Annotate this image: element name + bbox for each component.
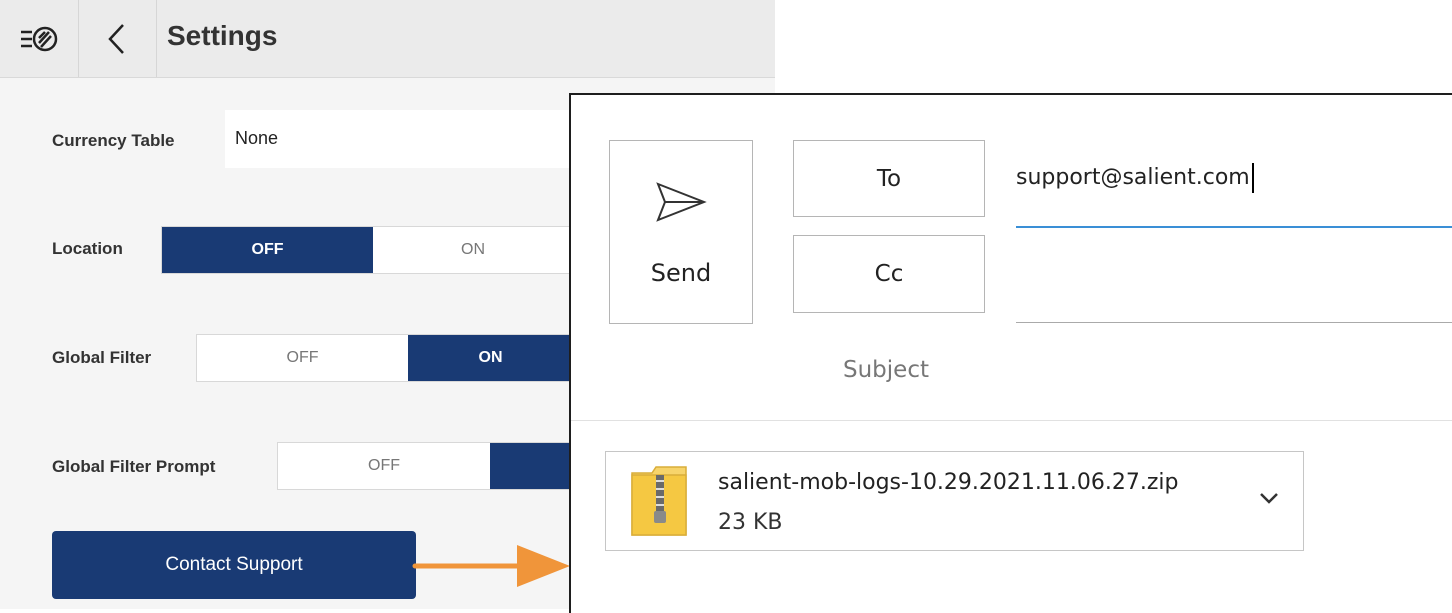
app-menu-button[interactable]: [0, 0, 79, 77]
to-field[interactable]: support@salient.com: [1016, 163, 1254, 193]
settings-header: Settings: [0, 0, 775, 78]
currency-table-value: None: [235, 128, 279, 148]
location-off-option[interactable]: OFF: [162, 227, 373, 273]
cc-field-underline[interactable]: [1016, 322, 1452, 323]
location-label: Location: [52, 239, 123, 258]
to-field-underline: [1016, 226, 1452, 228]
email-compose-window: Send To Cc support@salient.com Subject s…: [569, 93, 1452, 613]
header-divider: [571, 420, 1452, 421]
global-filter-off-option[interactable]: OFF: [197, 335, 408, 381]
back-button[interactable]: [78, 0, 157, 77]
subject-field[interactable]: Subject: [843, 357, 929, 383]
location-on-option[interactable]: ON: [373, 227, 573, 273]
zip-folder-icon: [631, 466, 687, 536]
attachment-size: 23 KB: [718, 510, 783, 535]
text-caret: [1251, 163, 1254, 193]
send-icon: [656, 182, 707, 222]
cc-button[interactable]: Cc: [793, 235, 985, 313]
global-filter-label: Global Filter: [52, 348, 152, 367]
attachment-card[interactable]: salient-mob-logs-10.29.2021.11.06.27.zip…: [605, 451, 1304, 551]
global-filter-on-option[interactable]: ON: [408, 335, 573, 381]
attachment-name: salient-mob-logs-10.29.2021.11.06.27.zip: [718, 470, 1179, 495]
chevron-down-icon[interactable]: [1258, 490, 1280, 506]
to-button[interactable]: To: [793, 140, 985, 217]
global-filter-prompt-off-option[interactable]: OFF: [278, 443, 490, 489]
global-filter-prompt-on-option[interactable]: [490, 443, 573, 489]
page-title: Settings: [167, 20, 278, 51]
send-button[interactable]: Send: [609, 140, 753, 324]
currency-table-label: Currency Table: [52, 131, 175, 150]
to-field-value: support@salient.com: [1016, 165, 1250, 190]
currency-table-select[interactable]: [225, 110, 585, 168]
app-menu-icon: [21, 26, 58, 51]
global-filter-prompt-label: Global Filter Prompt: [52, 457, 216, 476]
send-label: Send: [650, 259, 712, 287]
callout-arrow: [412, 545, 570, 587]
chevron-left-icon: [108, 23, 124, 54]
contact-support-button[interactable]: Contact Support: [52, 531, 416, 599]
